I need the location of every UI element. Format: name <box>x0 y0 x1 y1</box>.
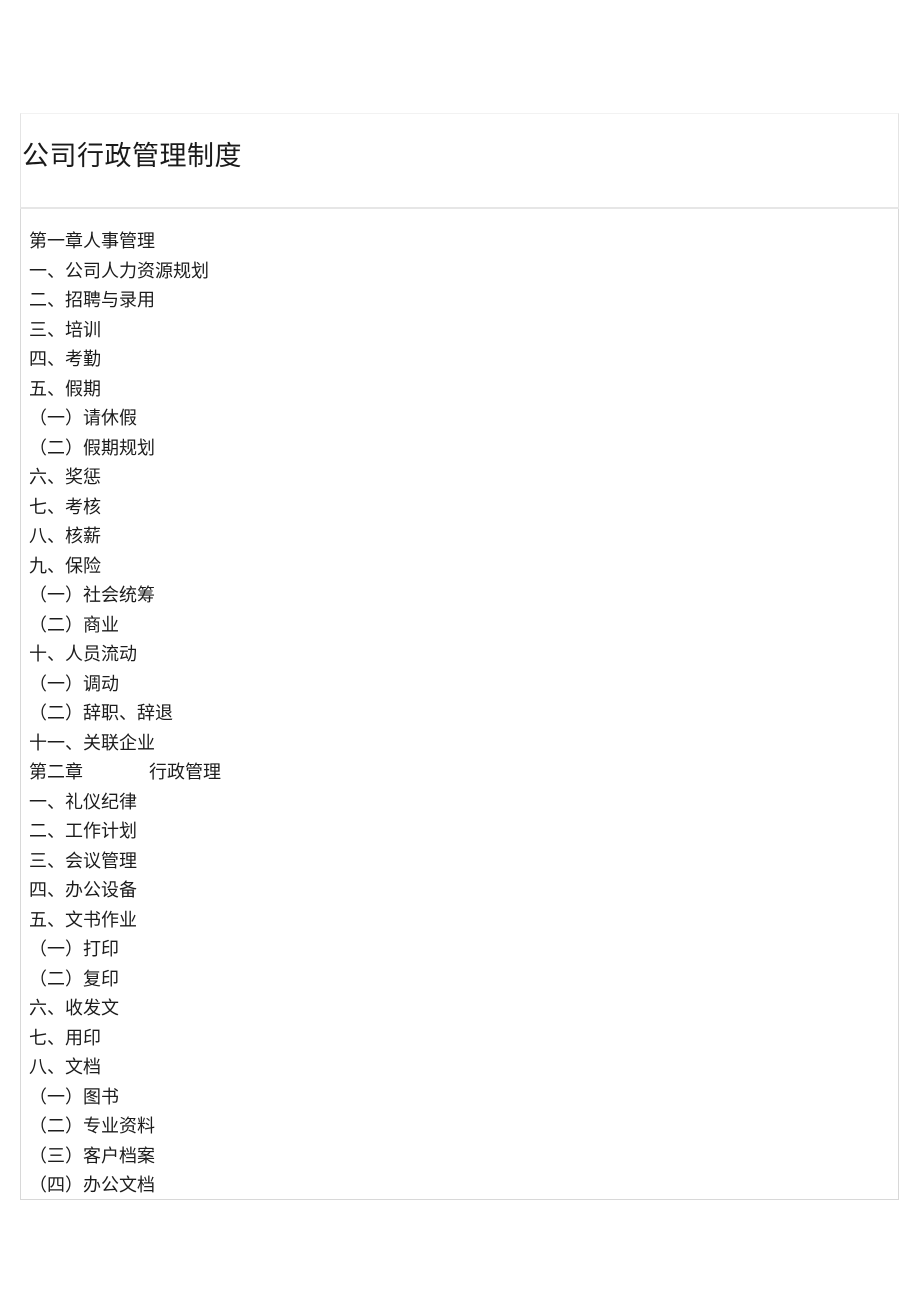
toc-line: （一）社会统筹 <box>21 581 898 611</box>
toc-line: （二）假期规划 <box>21 434 898 464</box>
toc-line: 第一章人事管理 <box>21 227 898 257</box>
toc-line: 四、办公设备 <box>21 876 898 906</box>
toc-line-text: 二、工作计划 <box>29 821 137 841</box>
toc-line-text: （一）社会统筹 <box>29 585 155 605</box>
toc-line-text: （一）图书 <box>29 1086 119 1107</box>
toc-line-text: （二）商业 <box>29 614 119 635</box>
toc-line: （一）调动 <box>21 670 898 700</box>
toc-line: 二、招聘与录用 <box>21 286 898 316</box>
toc-line-text: 六、奖惩 <box>29 467 101 487</box>
toc-line-text: 一、公司人力资源规划 <box>29 260 209 281</box>
toc-line-text: 四、办公设备 <box>29 880 137 900</box>
table-of-contents: 第一章人事管理一、公司人力资源规划 二、招聘与录用 三、培训四、考勤五、假期 （一）请… <box>21 227 898 1199</box>
toc-line: 七、考核 <box>21 493 898 523</box>
toc-line-text: （二）复印 <box>29 968 119 989</box>
toc-line: （二）辞职、辞退 <box>21 699 898 729</box>
toc-line-text: 七、考核 <box>29 496 101 517</box>
toc-line: 五、假期 <box>21 375 898 405</box>
toc-line: （二）复印 <box>21 965 898 995</box>
toc-line-tail: 行政管理 <box>149 762 221 782</box>
toc-line-text: （一）调动 <box>29 673 119 694</box>
toc-line-text: 六、收发文 <box>29 998 119 1018</box>
toc-line: 六、奖惩 <box>21 463 898 493</box>
toc-line-text: 五、文书作业 <box>29 909 137 930</box>
toc-line: 四、考勤 <box>21 345 898 375</box>
toc-line-text: （二）专业资料 <box>29 1116 155 1136</box>
toc-line: 五、文书作业 <box>21 906 898 936</box>
toc-line-text: （二）辞职、辞退 <box>29 703 173 723</box>
toc-line: 三、会议管理 <box>21 847 898 877</box>
toc-line-text: 七、用印 <box>29 1027 101 1048</box>
toc-line-text: 十、人员流动 <box>29 644 137 664</box>
title-panel: 公司行政管理制度 <box>20 113 899 209</box>
toc-line-text: 四、考勤 <box>29 349 101 369</box>
toc-line: 七、用印 <box>21 1024 898 1054</box>
toc-line: 一、礼仪纪律 <box>21 788 898 818</box>
toc-line-text: （三）客户档案 <box>29 1145 155 1166</box>
toc-line-text: 一、礼仪纪律 <box>29 791 137 812</box>
toc-line: （一）图书 <box>21 1083 898 1113</box>
toc-line-text: （二）假期规划 <box>29 437 155 458</box>
page-title: 公司行政管理制度 <box>22 141 242 172</box>
toc-line: 第二章 行政管理 <box>21 758 898 788</box>
toc-line-text: 二、招聘与录用 <box>29 290 155 310</box>
toc-line-text: 八、核薪 <box>29 526 101 546</box>
toc-line: 一、公司人力资源规划 <box>21 257 898 287</box>
toc-line: 十一、关联企业 <box>21 729 898 759</box>
toc-line: （一）请休假 <box>21 404 898 434</box>
toc-line: 三、培训 <box>21 316 898 346</box>
toc-line: 八、文档 <box>21 1053 898 1083</box>
toc-line: 九、保险 <box>21 552 898 582</box>
toc-line: 二、工作计划 <box>21 817 898 847</box>
toc-line: （三）客户档案 <box>21 1142 898 1172</box>
toc-line-text: 五、假期 <box>29 378 101 399</box>
toc-line: （二）专业资料 <box>21 1112 898 1142</box>
content-panel: 第一章人事管理一、公司人力资源规划 二、招聘与录用 三、培训四、考勤五、假期 （一）请… <box>20 209 899 1200</box>
toc-line-text: 九、保险 <box>29 555 101 576</box>
toc-line: （二）商业 <box>21 611 898 641</box>
toc-line-text: （一）打印 <box>29 939 119 959</box>
toc-line: 八、核薪 <box>21 522 898 552</box>
toc-line-text: （四）办公文档 <box>29 1175 155 1195</box>
toc-line: （一）打印 <box>21 935 898 965</box>
toc-line-text: （一）请休假 <box>29 408 137 428</box>
toc-line: 十、人员流动 <box>21 640 898 670</box>
document-page: 公司行政管理制度 第一章人事管理一、公司人力资源规划 二、招聘与录用 三、培训四、考… <box>0 0 920 1303</box>
toc-line-text: 三、培训 <box>29 319 101 340</box>
toc-line-text: 第一章人事管理 <box>29 231 155 251</box>
toc-line-text: 八、文档 <box>29 1057 101 1077</box>
toc-line-text: 三、会议管理 <box>29 850 137 871</box>
toc-line: 六、收发文 <box>21 994 898 1024</box>
toc-line-text: 第二章 <box>29 762 83 782</box>
toc-line: （四）办公文档 <box>21 1171 898 1199</box>
toc-line-text: 十一、关联企业 <box>29 732 155 753</box>
